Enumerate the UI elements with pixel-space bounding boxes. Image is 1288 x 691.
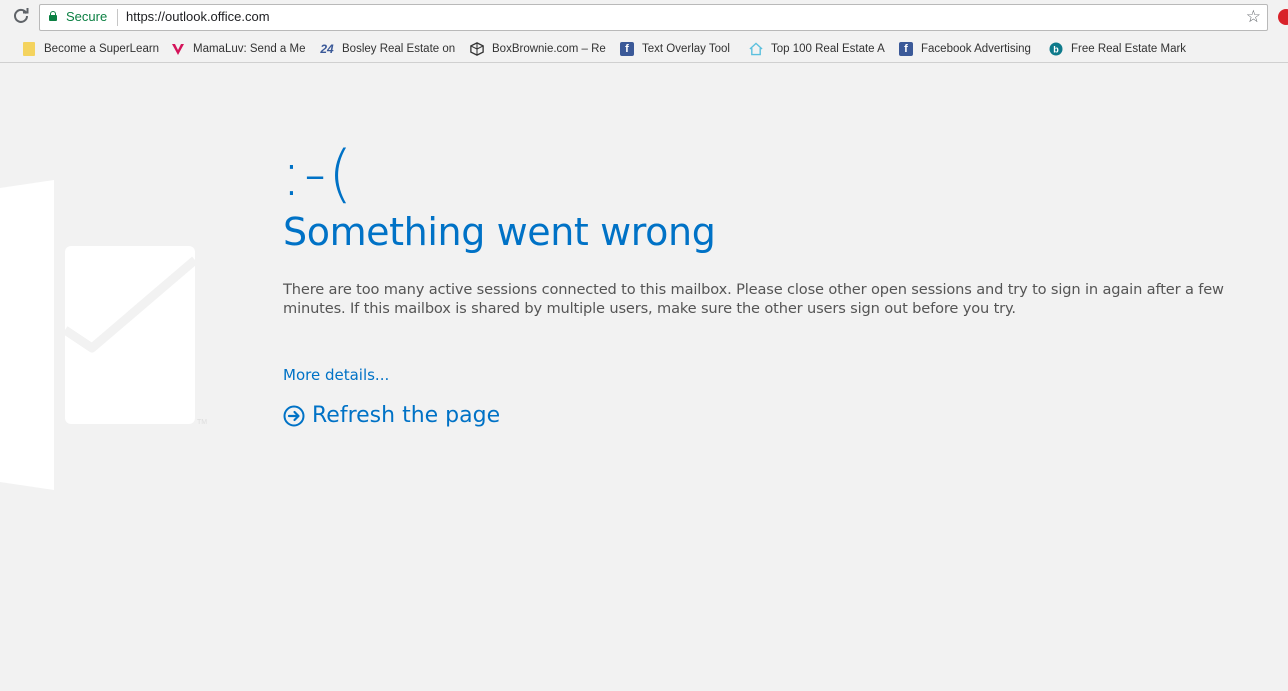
address-separator bbox=[117, 9, 118, 26]
box-icon bbox=[470, 42, 484, 56]
bookmark-item[interactable]: Top 100 Real Estate A bbox=[749, 41, 886, 57]
more-details-link[interactable]: More details... bbox=[283, 365, 389, 385]
bookmark-label: Become a SuperLearn bbox=[44, 43, 160, 55]
bookmark-label: Free Real Estate Mark bbox=[1071, 43, 1187, 55]
heart-v-icon bbox=[171, 42, 185, 56]
house-icon bbox=[749, 42, 763, 56]
arrow-circle-right-icon bbox=[283, 405, 305, 427]
bookmark-item[interactable]: b Free Real Estate Mark bbox=[1049, 41, 1187, 57]
bookmarks-bar: os Become a SuperLearn MamaLuv: Send a M… bbox=[0, 35, 1288, 63]
folder-icon bbox=[22, 42, 36, 56]
refresh-page-link[interactable]: Refresh the page bbox=[283, 402, 500, 430]
facebook-icon: f bbox=[899, 42, 913, 56]
bookmark-label: BoxBrownie.com – Re bbox=[492, 43, 606, 55]
bookmark-item[interactable]: Become a SuperLearn bbox=[22, 41, 160, 57]
error-title: Something went wrong bbox=[283, 210, 716, 254]
bookmark-label: Text Overlay Tool bbox=[642, 43, 730, 55]
star-icon[interactable]: ☆ bbox=[1246, 7, 1261, 27]
reload-glyph bbox=[14, 8, 29, 23]
secure-label: Secure bbox=[66, 9, 108, 24]
facebook-icon: f bbox=[620, 42, 634, 56]
bookmark-item[interactable]: BoxBrownie.com – Re bbox=[470, 41, 607, 57]
reload-icon[interactable] bbox=[11, 7, 31, 27]
bookmark-partial[interactable]: os bbox=[0, 41, 8, 57]
extension-icon[interactable] bbox=[1278, 9, 1288, 25]
svg-text:b: b bbox=[1053, 45, 1059, 55]
svg-text:TM: TM bbox=[197, 419, 207, 426]
browser-toolbar: Secure https://outlook.office.com ☆ bbox=[0, 0, 1288, 35]
bookmark-label: Bosley Real Estate on bbox=[342, 43, 456, 55]
error-message: There are too many active sessions conne… bbox=[283, 281, 1224, 317]
24-icon: 24 bbox=[320, 42, 334, 56]
outlook-logo-icon: TM bbox=[0, 180, 207, 490]
address-bar[interactable]: Secure https://outlook.office.com ☆ bbox=[39, 4, 1268, 31]
sad-emoticon: :-( bbox=[281, 137, 355, 210]
bookmark-label: Top 100 Real Estate A bbox=[771, 43, 885, 55]
bookmark-label: Facebook Advertising bbox=[921, 43, 1031, 55]
bookmark-item[interactable]: f Text Overlay Tool bbox=[620, 41, 740, 57]
bing-icon: b bbox=[1049, 42, 1063, 56]
error-page: TM :-( Something went wrong There are to… bbox=[0, 64, 1288, 691]
bookmark-label: MamaLuv: Send a Me bbox=[193, 43, 306, 55]
bookmark-item[interactable]: 24 Bosley Real Estate on bbox=[320, 41, 456, 57]
refresh-page-label: Refresh the page bbox=[312, 403, 501, 428]
url-text[interactable]: https://outlook.office.com bbox=[126, 9, 270, 24]
bookmark-item[interactable]: MamaLuv: Send a Me bbox=[171, 41, 308, 57]
bookmark-item[interactable]: f Facebook Advertising bbox=[899, 41, 1037, 57]
lock-icon bbox=[49, 11, 57, 21]
